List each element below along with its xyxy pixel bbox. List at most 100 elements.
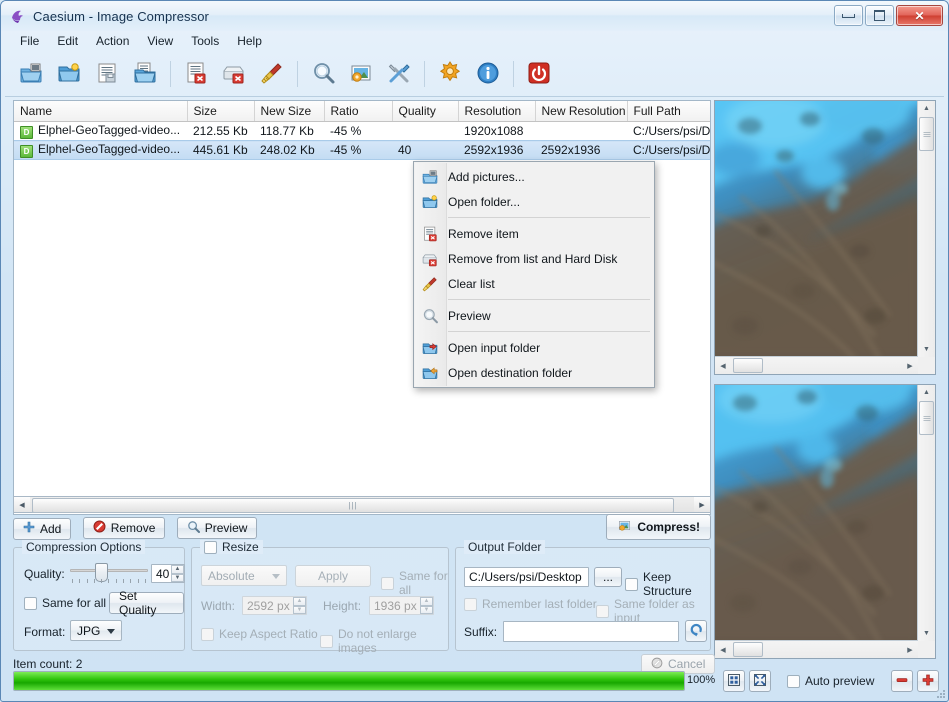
toolbar-info-button[interactable]	[470, 56, 506, 92]
width-step-down-icon[interactable]: ▼	[293, 605, 306, 614]
set-quality-button[interactable]: Set Quality	[109, 589, 184, 617]
width-step-up-icon[interactable]: ▲	[293, 597, 306, 606]
menu-tools[interactable]: Tools	[182, 32, 228, 50]
scroll-down-arrow-icon[interactable]: ▼	[918, 342, 935, 357]
column-header-ratio[interactable]: Ratio	[324, 101, 393, 122]
reset-suffix-button[interactable]	[685, 620, 707, 642]
height-step-up-icon[interactable]: ▲	[420, 597, 433, 606]
scroll-right-arrow-icon[interactable]: ▶	[694, 497, 710, 512]
scroll-down-arrow-icon[interactable]: ▼	[918, 626, 935, 641]
scrollbar-track[interactable]: |||	[30, 497, 694, 513]
column-header-quality[interactable]: Quality	[392, 101, 459, 122]
browse-output-folder-button[interactable]: ...	[594, 567, 623, 587]
checkbox-box[interactable]	[596, 604, 609, 618]
preview-horizontal-scrollbar-bottom[interactable]: ◀ ▶	[715, 640, 918, 658]
menu-help[interactable]: Help	[228, 32, 271, 50]
auto-preview-checkbox[interactable]: Auto preview	[787, 674, 874, 688]
compressed-preview-pane[interactable]: ▲ ||| ▼ ◀ ▶	[714, 384, 936, 659]
quality-slider[interactable]	[70, 562, 148, 584]
fit-to-window-button[interactable]	[723, 670, 745, 692]
compressed-preview-image[interactable]	[715, 385, 918, 641]
preview-button[interactable]: Preview	[176, 517, 258, 539]
toolbar-preview-button[interactable]	[305, 56, 341, 92]
scrollbar-thumb[interactable]: |||	[919, 401, 934, 435]
column-header-name[interactable]: Name	[14, 101, 188, 122]
checkbox-box[interactable]	[320, 634, 333, 648]
format-select[interactable]: JPG	[70, 620, 122, 641]
menu-view[interactable]: View	[138, 32, 182, 50]
close-button[interactable]: ✕	[896, 5, 943, 26]
maximize-button[interactable]	[865, 5, 894, 26]
scrollbar-thumb[interactable]	[733, 642, 763, 657]
quality-slider-track[interactable]	[70, 569, 148, 572]
context-menu-item-clear-list[interactable]: Clear list	[414, 271, 654, 296]
context-menu-item-remove-item[interactable]: Remove item	[414, 221, 654, 246]
height-step-down-icon[interactable]: ▼	[420, 605, 433, 614]
checkbox-box[interactable]	[24, 596, 37, 610]
expand-button[interactable]	[749, 670, 771, 692]
resize-mode-select[interactable]: Absolute	[201, 565, 287, 586]
quality-stepper-buttons[interactable]: ▲ ▼	[171, 565, 184, 582]
toolbar-save-list-button[interactable]	[89, 56, 125, 92]
window-resize-grip[interactable]	[934, 687, 946, 699]
toolbar-compress-button[interactable]	[343, 56, 379, 92]
scroll-left-arrow-icon[interactable]: ◀	[715, 642, 731, 657]
height-stepper-buttons[interactable]: ▲ ▼	[420, 597, 433, 614]
file-list-horizontal-scrollbar[interactable]: ◀ ||| ▶	[13, 496, 711, 513]
width-stepper-buttons[interactable]: ▲ ▼	[293, 597, 306, 614]
toolbar-remove-item-button[interactable]	[178, 56, 214, 92]
context-menu[interactable]: Add pictures... Open folder... Remove it…	[413, 161, 655, 388]
quality-step-down-icon[interactable]: ▼	[171, 573, 184, 582]
context-menu-item-preview[interactable]: Preview	[414, 303, 654, 328]
scrollbar-thumb[interactable]	[733, 358, 763, 373]
do-not-enlarge-checkbox[interactable]: Do not enlarge images	[320, 627, 448, 655]
scroll-right-arrow-icon[interactable]: ▶	[902, 358, 918, 373]
context-menu-item-open-destination-folder[interactable]: Open destination folder	[414, 360, 654, 385]
table-row[interactable]: D Elphel-GeoTagged-video... 445.61 Kb 248…	[14, 140, 710, 160]
scrollbar-thumb[interactable]: |||	[32, 498, 674, 513]
toolbar-open-folder-button[interactable]	[51, 56, 87, 92]
checkbox-box[interactable]	[787, 674, 800, 688]
scroll-left-arrow-icon[interactable]: ◀	[14, 497, 30, 512]
column-header-resolution[interactable]: Resolution	[458, 101, 536, 122]
checkbox-box[interactable]	[464, 597, 477, 611]
context-menu-item-open-folder[interactable]: Open folder...	[414, 189, 654, 214]
scroll-up-arrow-icon[interactable]: ▲	[918, 385, 935, 400]
context-menu-item-open-input-folder[interactable]: Open input folder	[414, 335, 654, 360]
remove-button[interactable]: Remove	[82, 517, 166, 539]
resize-checkbox[interactable]	[204, 540, 217, 554]
toolbar-open-list-button[interactable]	[127, 56, 163, 92]
preview-horizontal-scrollbar-top[interactable]: ◀ ▶	[715, 356, 918, 374]
preview-vertical-scrollbar-bottom[interactable]: ▲ ||| ▼	[917, 385, 935, 641]
preview-vertical-scrollbar-top[interactable]: ▲ ||| ▼	[917, 101, 935, 357]
suffix-input[interactable]	[503, 621, 679, 642]
menu-file[interactable]: File	[11, 32, 48, 50]
column-header-new-resolution[interactable]: New Resolution	[535, 101, 628, 122]
toolbar-clear-list-button[interactable]	[254, 56, 290, 92]
column-header-size[interactable]: Size	[187, 101, 255, 122]
scrollbar-thumb[interactable]: |||	[919, 117, 934, 151]
toolbar-exit-button[interactable]	[521, 56, 557, 92]
keep-aspect-ratio-checkbox[interactable]: Keep Aspect Ratio	[201, 627, 318, 641]
output-path-input[interactable]	[464, 567, 589, 587]
toolbar-tools-button[interactable]	[381, 56, 417, 92]
scroll-up-arrow-icon[interactable]: ▲	[918, 101, 935, 116]
resize-same-for-all-checkbox[interactable]: Same for all	[381, 569, 448, 597]
column-header-new-size[interactable]: New Size	[254, 101, 325, 122]
remember-last-folder-checkbox[interactable]: Remember last folder	[464, 597, 597, 611]
original-preview-image[interactable]	[715, 101, 918, 357]
keep-structure-checkbox[interactable]: Keep Structure	[625, 570, 710, 598]
add-button[interactable]: Add	[13, 517, 72, 540]
toolbar-options-button[interactable]	[432, 56, 468, 92]
original-preview-pane[interactable]: ▲ ||| ▼ ◀ ▶	[714, 100, 936, 375]
height-stepper[interactable]: ▲ ▼	[369, 596, 434, 615]
scroll-left-arrow-icon[interactable]: ◀	[715, 358, 731, 373]
checkbox-box[interactable]	[381, 576, 394, 590]
quality-step-up-icon[interactable]: ▲	[171, 565, 184, 574]
toolbar-add-pictures-button[interactable]	[13, 56, 49, 92]
scroll-right-arrow-icon[interactable]: ▶	[902, 642, 918, 657]
menu-edit[interactable]: Edit	[48, 32, 87, 50]
quality-stepper[interactable]: ▲ ▼	[151, 564, 185, 583]
checkbox-box[interactable]	[625, 577, 638, 591]
width-stepper[interactable]: ▲ ▼	[242, 596, 307, 615]
